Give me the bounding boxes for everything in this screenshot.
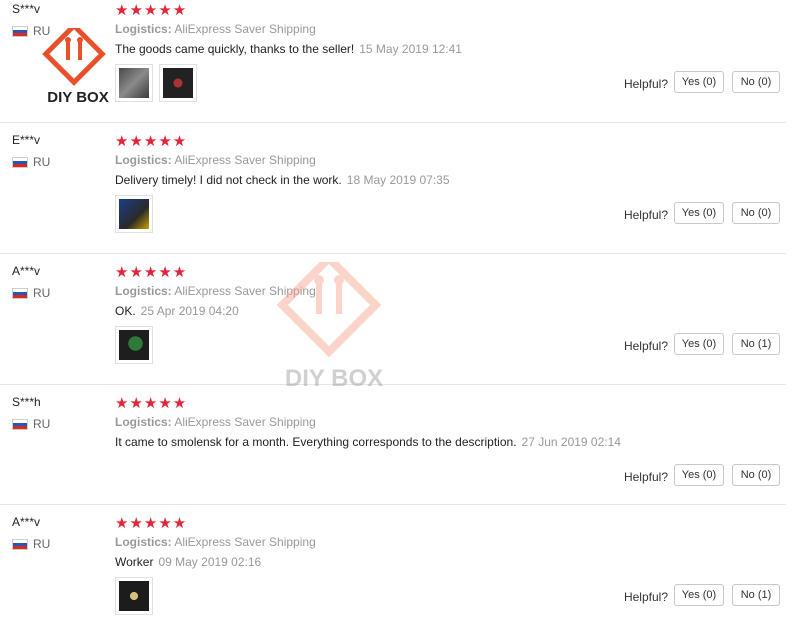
shipping-method: AliExpress Saver Shipping (174, 284, 316, 298)
reviewer-country: RU (12, 417, 50, 431)
reviewer-country: RU (12, 286, 50, 300)
russia-flag-icon (12, 538, 28, 550)
diy-box-logo: DIY BOX (42, 28, 109, 106)
russia-flag-icon (12, 287, 28, 299)
reviewer-name: S***h (12, 395, 41, 409)
review-photos (115, 195, 153, 233)
review-item: E***v RU ★★★★★ Logistics: AliExpress Sav… (0, 131, 786, 254)
logistics-line: Logistics: AliExpress Saver Shipping (115, 284, 316, 298)
helpful-no-button[interactable]: No (0) (732, 464, 780, 486)
svg-text:DIY BOX: DIY BOX (47, 89, 108, 106)
helpful-label: Helpful? (623, 208, 668, 222)
review-item: A***v RU ★★★★★ Logistics: AliExpress Sav… (0, 262, 786, 385)
star-rating: ★★★★★ (115, 2, 188, 19)
review-text-line: OK. 25 Apr 2019 04:20 (115, 304, 239, 318)
shipping-method: AliExpress Saver Shipping (174, 153, 316, 167)
helpful-label: Helpful? (623, 339, 668, 353)
helpful-yes-button[interactable]: Yes (0) (674, 202, 724, 224)
review-text-line: The goods came quickly, thanks to the se… (115, 42, 462, 56)
logistics-label: Logistics: (115, 284, 172, 298)
shipping-method: AliExpress Saver Shipping (174, 415, 316, 429)
helpful-label: Helpful? (623, 77, 668, 91)
country-code: RU (33, 417, 51, 431)
review-date: 09 May 2019 02:16 (158, 555, 262, 569)
reviewer-country: RU (12, 155, 50, 169)
logistics-label: Logistics: (115, 22, 172, 36)
review-date: 18 May 2019 07:35 (346, 173, 450, 187)
logistics-line: Logistics: AliExpress Saver Shipping (115, 153, 316, 167)
review-text: OK. (115, 304, 136, 318)
reviewer-name: A***v (12, 515, 41, 529)
country-code: RU (33, 155, 51, 169)
review-text-line: It came to smolensk for a month. Everyth… (115, 435, 621, 449)
star-rating: ★★★★★ (115, 395, 188, 412)
review-item: S***h RU ★★★★★ Logistics: AliExpress Sav… (0, 393, 786, 505)
review-photo[interactable] (159, 64, 197, 102)
helpful-label: Helpful? (623, 470, 668, 484)
helpful-label: Helpful? (623, 590, 668, 604)
review-item: A***v RU ★★★★★ Logistics: AliExpress Sav… (0, 513, 786, 626)
country-code: RU (33, 286, 51, 300)
logistics-label: Logistics: (115, 153, 172, 167)
helpful-no-button[interactable]: No (0) (732, 202, 780, 224)
review-text: Worker (115, 555, 154, 569)
logistics-label: Logistics: (115, 535, 172, 549)
review-text-line: Worker 09 May 2019 02:16 (115, 555, 261, 569)
helpful-no-button[interactable]: No (1) (732, 333, 780, 355)
logistics-line: Logistics: AliExpress Saver Shipping (115, 535, 316, 549)
russia-flag-icon (12, 156, 28, 168)
russia-flag-icon (12, 418, 28, 430)
review-photos (115, 577, 153, 615)
reviewer-name: A***v (12, 264, 41, 278)
helpful-yes-button[interactable]: Yes (0) (674, 584, 724, 606)
helpful-no-button[interactable]: No (1) (732, 584, 780, 606)
star-rating: ★★★★★ (115, 133, 188, 150)
helpful-yes-button[interactable]: Yes (0) (674, 464, 724, 486)
star-rating: ★★★★★ (115, 264, 188, 281)
review-text: The goods came quickly, thanks to the se… (115, 42, 355, 56)
review-date: 25 Apr 2019 04:20 (140, 304, 239, 318)
logistics-line: Logistics: AliExpress Saver Shipping (115, 415, 316, 429)
review-date: 15 May 2019 12:41 (359, 42, 462, 56)
shipping-method: AliExpress Saver Shipping (174, 535, 316, 549)
logistics-label: Logistics: (115, 415, 172, 429)
shipping-method: AliExpress Saver Shipping (174, 22, 316, 36)
review-item: S***v RU ★★★★★ Logistics: AliExpress Sav… (0, 0, 786, 123)
country-code: RU (33, 537, 51, 551)
reviewer-country: RU (12, 537, 50, 551)
review-photo[interactable] (115, 64, 153, 102)
reviewer-name: E***v (12, 133, 41, 147)
russia-flag-icon (12, 25, 28, 37)
review-photos (115, 64, 197, 102)
review-photo[interactable] (115, 195, 153, 233)
review-text: It came to smolensk for a month. Everyth… (115, 435, 517, 449)
star-rating: ★★★★★ (115, 515, 188, 532)
helpful-yes-button[interactable]: Yes (0) (674, 71, 724, 93)
review-photo[interactable] (115, 326, 153, 364)
review-date: 27 Jun 2019 02:14 (521, 435, 621, 449)
review-text: Delivery timely! I did not check in the … (115, 173, 342, 187)
logistics-line: Logistics: AliExpress Saver Shipping (115, 22, 316, 36)
reviewer-name: S***v (12, 2, 41, 16)
review-photos (115, 326, 153, 364)
helpful-no-button[interactable]: No (0) (732, 71, 780, 93)
helpful-yes-button[interactable]: Yes (0) (674, 333, 724, 355)
review-photo[interactable] (115, 577, 153, 615)
review-text-line: Delivery timely! I did not check in the … (115, 173, 450, 187)
